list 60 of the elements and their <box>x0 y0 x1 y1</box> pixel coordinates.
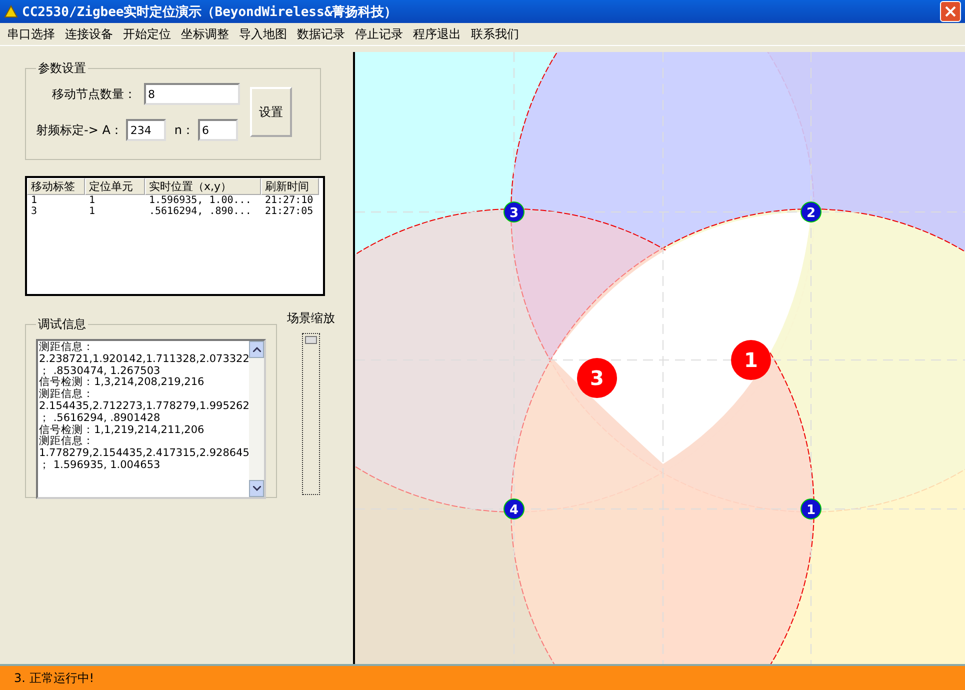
log-line: ； .5616294, .8901428 <box>39 412 162 424</box>
input-field[interactable]: 8 <box>144 83 240 105</box>
field-label: n： <box>174 122 194 138</box>
anchor-marker[interactable]: 2 <box>800 202 822 222</box>
tag-marker[interactable]: 3 <box>577 358 617 398</box>
status-text: 3. 正常运行中! <box>14 670 94 686</box>
table-cell-text: 1 <box>30 195 38 206</box>
anchor-marker[interactable]: 4 <box>504 498 524 520</box>
window-title: CC2530/Zigbee实时定位演示（BeyondWireless&菁扬科技） <box>22 4 398 20</box>
field-label: 射频标定-> A： <box>36 122 122 138</box>
chevron-up-icon <box>252 347 260 352</box>
menu-item[interactable]: 停止记录 <box>350 26 408 42</box>
chevron-down-icon <box>252 486 260 491</box>
log-line: 测距信息： <box>39 436 95 448</box>
log-line: 1.778279,2.154435,2.417315,2.928645 <box>39 448 248 460</box>
log-line: 测距信息： <box>39 389 95 401</box>
table-cell-text: .5616294, .890... <box>148 206 252 217</box>
scroll-down-button[interactable] <box>249 480 264 497</box>
group-title: 调试信息 <box>37 316 87 333</box>
zoom-slider[interactable] <box>302 333 320 495</box>
zoom-label: 场景缩放 <box>287 310 335 327</box>
column-header[interactable]: 实时位置（x,y） <box>145 178 261 195</box>
table-cell-text: 1 <box>88 195 96 206</box>
log-line: ； .8530474, 1.267503 <box>39 366 162 377</box>
tag-marker[interactable]: 1 <box>731 340 771 380</box>
log-line: 2.154435,2.712273,1.778279,1.995262 <box>39 400 248 413</box>
slider-thumb[interactable] <box>305 336 317 344</box>
menu-item[interactable]: 连接设备 <box>60 26 118 42</box>
log-line: 测距信息： <box>39 342 95 354</box>
column-header[interactable]: 刷新时间 <box>261 178 319 195</box>
field-label: 移动节点数量： <box>51 86 136 102</box>
menu-item[interactable]: 联系我们 <box>466 26 524 42</box>
menu-item[interactable]: 串口选择 <box>2 26 60 42</box>
log-line: 2.238721,1.920142,1.711328,2.073322 <box>39 354 248 366</box>
anchor-marker[interactable]: 3 <box>504 202 524 222</box>
warning-icon <box>4 5 18 18</box>
close-icon <box>945 6 956 17</box>
column-header[interactable]: 移动标签 <box>27 178 85 195</box>
table-cell-text: 21:27:10 <box>264 195 314 206</box>
table-cell-text: 1.596935, 1.00... <box>148 195 252 206</box>
input-field[interactable]: 234 <box>126 119 166 141</box>
table-cell-text: 21:27:05 <box>264 206 314 217</box>
close-button[interactable] <box>940 1 961 22</box>
log-line: 信号检测：1,1,219,214,211,206 <box>39 424 206 436</box>
log-line: 信号检测：1,3,214,208,219,216 <box>39 377 206 388</box>
table-cell-text: 1 <box>88 206 96 217</box>
log-line: ； 1.596935, 1.004653 <box>39 460 162 472</box>
menu-item[interactable]: 数据记录 <box>292 26 350 42</box>
scrollbar[interactable] <box>249 341 264 497</box>
scroll-up-button[interactable] <box>249 341 264 358</box>
menu-item[interactable]: 导入地图 <box>234 26 292 42</box>
menu-item[interactable]: 开始定位 <box>118 26 176 42</box>
anchor-marker[interactable]: 1 <box>800 498 822 520</box>
menu-item[interactable]: 程序退出 <box>408 26 466 42</box>
group-title: 参数设置 <box>37 60 87 77</box>
set-button[interactable]: 设置 <box>250 87 292 137</box>
menu-item[interactable]: 坐标调整 <box>176 26 234 42</box>
column-header[interactable]: 定位单元 <box>85 178 145 195</box>
table-cell-text: 3 <box>30 206 38 217</box>
input-field[interactable]: 6 <box>198 119 238 141</box>
